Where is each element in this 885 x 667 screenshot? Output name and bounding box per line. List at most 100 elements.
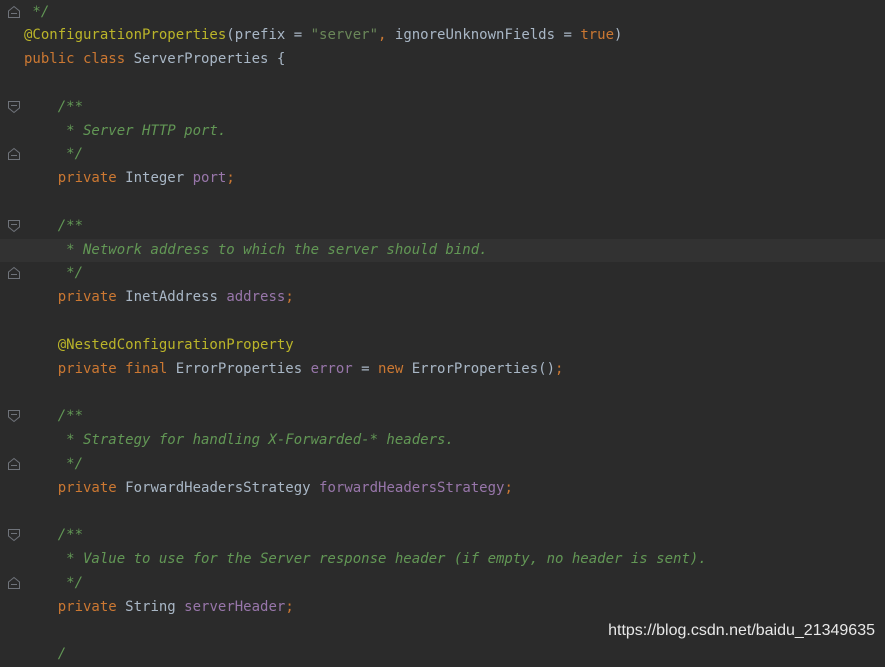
fold-end-icon[interactable]: [7, 266, 21, 280]
code-line[interactable]: */: [0, 1, 885, 25]
code-token: * Strategy for handling X-Forwarded-* he…: [24, 431, 454, 448]
code-token: "server": [310, 27, 379, 44]
code-token: */: [24, 3, 50, 20]
code-token: */: [24, 455, 84, 472]
code-token: private final: [24, 360, 176, 377]
code-text: * Strategy for handling X-Forwarded-* he…: [24, 429, 454, 453]
code-token: ;: [504, 479, 513, 496]
code-text: * Server HTTP port.: [24, 120, 226, 144]
code-line[interactable]: * Network address to which the server sh…: [0, 238, 885, 263]
code-line[interactable]: * Value to use for the Server response h…: [0, 548, 885, 572]
code-line[interactable]: /: [0, 643, 885, 667]
code-token: /**: [24, 217, 84, 234]
code-line[interactable]: [0, 72, 885, 96]
code-token: ErrorProperties: [175, 360, 311, 377]
code-line[interactable]: [0, 191, 885, 215]
code-token: /**: [24, 527, 84, 544]
code-line[interactable]: [0, 381, 885, 405]
code-editor[interactable]: */ @ConfigurationProperties(prefix = "ser…: [0, 0, 885, 662]
code-text: @NestedConfigurationProperty: [24, 334, 294, 358]
code-token: ;: [555, 360, 564, 377]
code-token: public class: [24, 51, 134, 68]
code-line[interactable]: private Integer port;: [0, 167, 885, 191]
code-token: String: [125, 598, 185, 615]
code-token: forwardHeadersStrategy: [319, 479, 505, 496]
code-token: (prefix =: [226, 27, 311, 44]
code-text: /**: [24, 524, 83, 548]
code-text: @ConfigurationProperties(prefix = "serve…: [24, 24, 622, 48]
code-text: * Network address to which the server sh…: [24, 239, 488, 263]
code-token: ): [614, 27, 623, 44]
code-text: private Integer port;: [24, 167, 235, 191]
code-line[interactable]: * Server HTTP port.: [0, 120, 885, 144]
code-text: /**: [24, 405, 83, 429]
code-text: private ForwardHeadersStrategy forwardHe…: [24, 477, 513, 501]
code-line[interactable]: [0, 310, 885, 334]
code-text: private InetAddress address;: [24, 286, 294, 310]
fold-end-icon[interactable]: [7, 147, 21, 161]
code-token: /: [24, 646, 67, 663]
code-token: */: [24, 146, 84, 163]
fold-start-icon[interactable]: [7, 219, 21, 233]
code-token: private: [24, 598, 126, 615]
code-token: ;: [285, 598, 294, 615]
code-token: */: [24, 574, 84, 591]
code-token: port: [192, 170, 227, 187]
code-token: * Network address to which the server sh…: [24, 241, 488, 258]
code-line[interactable]: public class ServerProperties {: [0, 48, 885, 72]
code-token: private: [24, 479, 126, 496]
code-text: /: [24, 643, 66, 667]
fold-end-icon[interactable]: [7, 5, 21, 19]
code-token: ErrorProperties(): [411, 360, 556, 377]
code-text: */: [24, 453, 83, 477]
code-line[interactable]: /**: [0, 524, 885, 548]
code-line[interactable]: */: [0, 453, 885, 477]
code-token: /**: [24, 408, 84, 425]
code-text: */: [24, 572, 83, 596]
code-line[interactable]: /**: [0, 96, 885, 120]
code-token: ;: [226, 170, 235, 187]
code-line[interactable]: */: [0, 262, 885, 286]
fold-start-icon[interactable]: [7, 528, 21, 542]
fold-start-icon[interactable]: [7, 100, 21, 114]
code-token: =: [361, 360, 379, 377]
code-token: Integer: [125, 170, 193, 187]
code-line[interactable]: */: [0, 572, 885, 596]
code-line[interactable]: [0, 500, 885, 524]
code-line[interactable]: /**: [0, 215, 885, 239]
code-token: /**: [24, 98, 84, 115]
code-token: private: [24, 170, 126, 187]
code-line[interactable]: /**: [0, 405, 885, 429]
code-line[interactable]: @NestedConfigurationProperty: [0, 334, 885, 358]
code-token: ;: [285, 289, 294, 306]
code-token: error: [310, 360, 362, 377]
code-token: * Server HTTP port.: [24, 122, 227, 139]
code-line[interactable]: private final ErrorProperties error = ne…: [0, 358, 885, 382]
code-line[interactable]: private ForwardHeadersStrategy forwardHe…: [0, 477, 885, 501]
code-text: */: [24, 1, 49, 25]
code-text: /**: [24, 215, 83, 239]
code-text: private final ErrorProperties error = ne…: [24, 358, 564, 382]
code-line[interactable]: @ConfigurationProperties(prefix = "serve…: [0, 24, 885, 48]
fold-end-icon[interactable]: [7, 457, 21, 471]
code-token: new: [378, 360, 412, 377]
code-line[interactable]: private String serverHeader;: [0, 596, 885, 620]
code-token: * Value to use for the Server response h…: [24, 550, 707, 567]
code-token: ForwardHeadersStrategy: [125, 479, 320, 496]
fold-end-icon[interactable]: [7, 576, 21, 590]
code-token: ,: [378, 27, 395, 44]
code-token: InetAddress: [125, 289, 227, 306]
code-token: */: [24, 265, 84, 282]
code-token: ServerProperties {: [133, 51, 286, 68]
code-token: address: [226, 289, 286, 306]
code-line[interactable]: */: [0, 143, 885, 167]
code-line[interactable]: * Strategy for handling X-Forwarded-* he…: [0, 429, 885, 453]
code-line[interactable]: private InetAddress address;: [0, 286, 885, 310]
code-token: ignoreUnknownFields =: [394, 27, 581, 44]
code-token: serverHeader: [184, 598, 286, 615]
code-text: /**: [24, 96, 83, 120]
code-text: */: [24, 143, 83, 167]
fold-start-icon[interactable]: [7, 409, 21, 423]
code-text: private String serverHeader;: [24, 596, 294, 620]
code-token: @ConfigurationProperties: [24, 27, 227, 44]
